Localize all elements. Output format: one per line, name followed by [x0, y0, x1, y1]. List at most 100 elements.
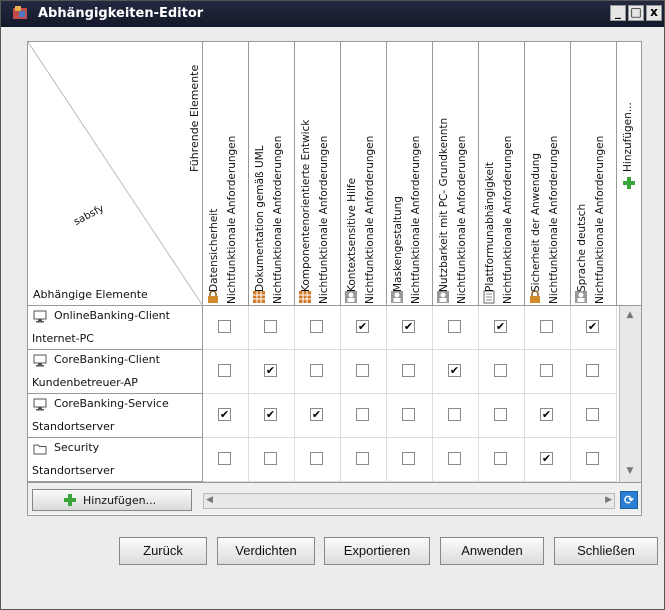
editor-window: Abhängigkeiten-Editor _ □ x Führende Ele…	[0, 0, 665, 610]
matrix-cell	[341, 394, 387, 438]
person-icon	[344, 290, 358, 304]
matrix-cell: ✔	[525, 394, 571, 438]
dependency-checkbox[interactable]: ✔	[540, 452, 553, 465]
dependency-checkbox[interactable]	[494, 452, 507, 465]
dependency-checkbox[interactable]	[356, 364, 369, 377]
dependency-checkbox[interactable]	[310, 364, 323, 377]
dependency-checkbox[interactable]	[448, 408, 461, 421]
dependency-checkbox[interactable]	[402, 364, 415, 377]
column-title: Komponentenorientierte Entwick	[300, 119, 312, 292]
column-header[interactable]: Datensicherheit Nichtfunktionale Anforder…	[203, 42, 249, 306]
dependency-checkbox[interactable]	[540, 364, 553, 377]
maximize-button[interactable]: □	[628, 5, 644, 21]
dependency-checkbox[interactable]	[402, 408, 415, 421]
corner-diagonal	[28, 42, 203, 306]
dependency-checkbox[interactable]: ✔	[586, 320, 599, 333]
add-row-label: Hinzufügen...	[83, 494, 157, 507]
row-element-name: Security	[54, 441, 100, 454]
column-header[interactable]: Nutzbarkeit mit PC- Grundkenntn Nichtfunk…	[433, 42, 479, 306]
minimize-button[interactable]: _	[610, 5, 626, 21]
column-header[interactable]: Plattformunabhängigkeit Nichtfunktionale …	[479, 42, 525, 306]
vertical-scrollbar[interactable]: ▲ ▼	[619, 306, 641, 482]
matrix-cell	[295, 438, 341, 482]
add-column-button[interactable]: Hinzufügen...	[617, 42, 641, 306]
dependency-checkbox[interactable]: ✔	[494, 320, 507, 333]
dependency-checkbox[interactable]: ✔	[540, 408, 553, 421]
dependency-checkbox[interactable]: ✔	[448, 364, 461, 377]
column-category: Nichtfunktionale Anforderungen	[410, 135, 422, 304]
grid-icon	[298, 290, 312, 304]
column-title: Maskengestaltung	[392, 196, 404, 292]
condense-button[interactable]: Verdichten	[217, 537, 315, 565]
dependency-checkbox[interactable]: ✔	[310, 408, 323, 421]
column-category: Nichtfunktionale Anforderungen	[272, 135, 284, 304]
dependency-checkbox[interactable]: ✔	[218, 408, 231, 421]
add-row-button[interactable]: Hinzufügen...	[32, 489, 192, 511]
title-bar[interactable]: Abhängigkeiten-Editor _ □ x	[1, 1, 664, 27]
dependency-checkbox[interactable]	[540, 320, 553, 333]
column-header[interactable]: Komponentenorientierte Entwick Nichtfunkt…	[295, 42, 341, 306]
matrix-cell	[295, 306, 341, 350]
row-header[interactable]: OnlineBanking-Client Internet-PC	[28, 306, 203, 350]
dependency-checkbox[interactable]	[586, 408, 599, 421]
row-element-location: Standortserver	[32, 420, 115, 433]
back-button[interactable]: Zurück	[119, 537, 207, 565]
scroll-down-arrow[interactable]: ▼	[621, 464, 639, 478]
monitor-icon	[33, 398, 47, 411]
dependency-checkbox[interactable]	[494, 364, 507, 377]
dependency-checkbox[interactable]	[218, 452, 231, 465]
plus-icon	[623, 177, 635, 189]
monitor-icon	[33, 310, 47, 323]
column-category: Nichtfunktionale Anforderungen	[594, 135, 606, 304]
row-element-name: CoreBanking-Client	[54, 353, 160, 366]
column-category: Nichtfunktionale Anforderungen	[548, 135, 560, 304]
dependency-checkbox[interactable]	[264, 452, 277, 465]
horizontal-scrollbar[interactable]: ◀ ▶	[203, 493, 615, 509]
dependency-checkbox[interactable]	[448, 320, 461, 333]
column-header[interactable]: Sicherheit der Anwendung Nichtfunktionale…	[525, 42, 571, 306]
row-header[interactable]: Security Standortserver	[28, 438, 203, 482]
dependency-checkbox[interactable]	[402, 452, 415, 465]
column-title: Sicherheit der Anwendung	[530, 152, 542, 292]
refresh-icon[interactable]: ⟳	[620, 491, 638, 509]
dependency-checkbox[interactable]	[310, 320, 323, 333]
dependency-checkbox[interactable]: ✔	[264, 364, 277, 377]
add-column-label: Hinzufügen...	[622, 102, 634, 172]
column-title: Datensicherheit	[208, 208, 220, 292]
column-header[interactable]: Dokumentation gemäß UML Nichtfunktionale …	[249, 42, 295, 306]
close-button[interactable]: Schließen	[554, 537, 658, 565]
dependency-checkbox[interactable]: ✔	[402, 320, 415, 333]
column-header[interactable]: Sprache deutsch Nichtfunktionale Anforder…	[571, 42, 617, 306]
column-header[interactable]: Kontextsensitive Hilfe Nichtfunktionale A…	[341, 42, 387, 306]
column-category: Nichtfunktionale Anforderungen	[226, 135, 238, 304]
matrix-cell	[387, 438, 433, 482]
dependency-checkbox[interactable]	[356, 452, 369, 465]
matrix-cell	[203, 306, 249, 350]
dependency-checkbox[interactable]	[494, 408, 507, 421]
matrix-cell	[203, 350, 249, 394]
dependency-checkbox[interactable]: ✔	[264, 408, 277, 421]
scroll-right-arrow[interactable]: ▶	[605, 495, 612, 505]
row-header[interactable]: CoreBanking-Client Kundenbetreuer-AP	[28, 350, 203, 394]
dependency-checkbox[interactable]	[264, 320, 277, 333]
scroll-left-arrow[interactable]: ◀	[206, 495, 213, 505]
matrix-cell: ✔	[295, 394, 341, 438]
dependency-checkbox[interactable]	[448, 452, 461, 465]
dependency-checkbox[interactable]	[586, 452, 599, 465]
row-element-location: Internet-PC	[32, 332, 94, 345]
scroll-up-arrow[interactable]: ▲	[621, 308, 639, 322]
export-button[interactable]: Exportieren	[324, 537, 430, 565]
matrix-cell	[525, 350, 571, 394]
dependency-checkbox[interactable]	[310, 452, 323, 465]
close-window-button[interactable]: x	[646, 5, 662, 21]
dependency-checkbox[interactable]	[218, 364, 231, 377]
dependency-checkbox[interactable]	[586, 364, 599, 377]
column-header[interactable]: Maskengestaltung Nichtfunktionale Anforde…	[387, 42, 433, 306]
apply-button[interactable]: Anwenden	[440, 537, 544, 565]
dependency-checkbox[interactable]: ✔	[356, 320, 369, 333]
dependency-checkbox[interactable]	[218, 320, 231, 333]
dependent-elements-label: Abhängige Elemente	[33, 288, 148, 301]
matrix-cell	[479, 394, 525, 438]
dependency-checkbox[interactable]	[356, 408, 369, 421]
row-header[interactable]: CoreBanking-Service Standortserver	[28, 394, 203, 438]
